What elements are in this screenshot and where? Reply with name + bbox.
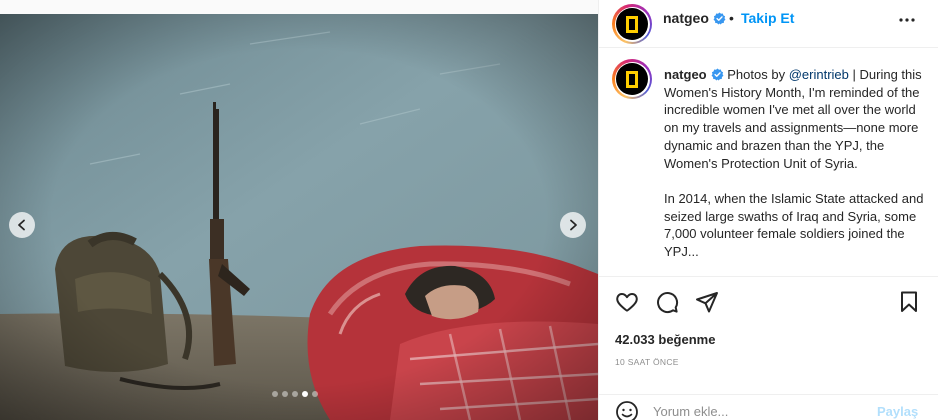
instagram-post: natgeo • Takip Et natgeo Photos by @erin… [0,0,938,420]
like-count[interactable]: 42.033 beğenme [615,332,715,347]
comment-bar: Paylaş [599,394,938,420]
more-horizontal-icon[interactable] [895,8,919,32]
verified-badge-icon [713,12,726,25]
photo-scene [0,14,598,420]
header-username[interactable]: natgeo [663,10,709,26]
natgeo-logo-icon [626,15,638,33]
caption-username[interactable]: natgeo [664,67,707,82]
post-actions: 42.033 beğenme 10 SAAT ÖNCE [599,276,938,402]
chevron-left-icon [18,219,25,231]
comment-input[interactable] [653,402,863,420]
post-comment-button[interactable]: Paylaş [877,404,918,419]
natgeo-logo-icon [626,70,638,88]
previous-slide-button[interactable] [9,212,35,238]
carousel-dot [282,391,288,397]
post-header: natgeo • Takip Et [599,0,938,48]
photo-credit-prefix: Photos by [727,67,786,82]
next-slide-button[interactable] [560,212,586,238]
post-side-panel: natgeo • Takip Et natgeo Photos by @erin… [598,0,938,420]
caption-avatar[interactable] [612,59,652,99]
bookmark-icon[interactable] [897,290,921,314]
emoji-icon[interactable] [615,400,639,420]
caption-paragraph: During this Women's History Month, I'm r… [664,67,922,171]
chevron-right-icon [570,219,577,231]
caption-text: natgeo Photos by @erintrieb | During thi… [664,66,926,261]
avatar[interactable] [612,4,652,44]
carousel-dot [302,391,308,397]
carousel-dot [312,391,318,397]
header-username-link[interactable]: natgeo [663,10,726,26]
verified-badge-icon [711,68,724,81]
heart-icon[interactable] [615,290,639,314]
post-timestamp[interactable]: 10 SAAT ÖNCE [615,357,679,367]
share-icon[interactable] [695,290,719,314]
post-caption: natgeo Photos by @erintrieb | During thi… [599,49,938,275]
follow-button[interactable]: Takip Et [741,10,794,26]
caption-paragraph: In 2014, when the Islamic State attacked… [664,190,924,260]
post-photo[interactable] [0,14,598,420]
photographer-mention-link[interactable]: @erintrieb [789,67,849,82]
carousel-dot [272,391,278,397]
carousel-indicator [272,391,318,397]
comment-icon[interactable] [655,290,679,314]
header-separator: • [729,10,734,26]
credit-divider: | [852,67,856,82]
carousel-dot [292,391,298,397]
